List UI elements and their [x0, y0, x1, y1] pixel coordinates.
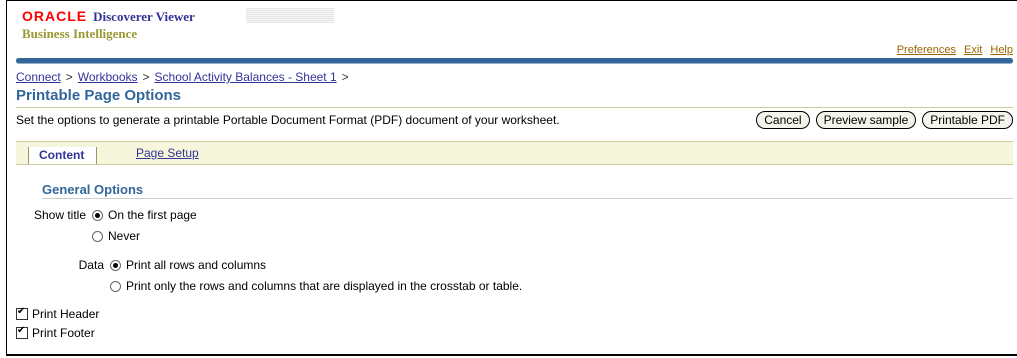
print-footer-row: Print Footer	[16, 325, 95, 340]
window-frame	[6, 0, 1017, 356]
show-title-first-page-radio[interactable]	[92, 209, 103, 221]
product-subtitle: Business Intelligence	[22, 26, 138, 41]
breadcrumb-separator: >	[341, 70, 349, 84]
print-footer-label: Print Footer	[32, 326, 95, 340]
breadcrumb-worksheet[interactable]: School Activity Balances - Sheet 1	[155, 70, 337, 84]
preferences-link[interactable]: Preferences	[897, 44, 956, 56]
breadcrumb: Connect > Workbooks > School Activity Balanc…	[16, 70, 354, 84]
general-options-heading: General Options	[42, 182, 144, 197]
show-title-row: Show title On the first page	[16, 208, 197, 222]
oracle-logo: ORACLE	[22, 8, 88, 24]
show-title-never-label: Never	[108, 229, 141, 243]
header-divider	[16, 58, 1013, 63]
show-title-first-page-label: On the first page	[108, 208, 197, 222]
data-print-displayed-row: Print only the rows and columns that are…	[110, 279, 522, 293]
section-divider	[42, 198, 1013, 199]
data-print-all-label: Print all rows and columns	[126, 258, 267, 272]
breadcrumb-separator: >	[65, 70, 73, 84]
page-description: Set the options to generate a printable …	[16, 113, 560, 127]
printable-pdf-button[interactable]: Printable PDF	[922, 111, 1013, 129]
brand-decoration	[246, 8, 334, 23]
page-title: Printable Page Options	[16, 87, 182, 104]
show-title-label: Show title	[33, 208, 86, 222]
print-header-checkbox[interactable]	[16, 306, 28, 320]
exit-link[interactable]: Exit	[964, 44, 982, 56]
cancel-button[interactable]: Cancel	[756, 111, 810, 129]
data-label: Data	[78, 258, 104, 272]
print-header-label: Print Header	[32, 307, 100, 321]
branding: ORACLE Discoverer Viewer Business Intell…	[22, 8, 195, 42]
data-print-all-radio[interactable]	[110, 259, 121, 271]
print-footer-checkbox[interactable]	[16, 325, 28, 339]
tab-page-setup[interactable]: Page Setup	[136, 146, 199, 160]
help-link[interactable]: Help	[990, 44, 1013, 56]
breadcrumb-separator: >	[142, 70, 150, 84]
show-title-never-row: Never	[92, 229, 140, 243]
print-header-row: Print Header	[16, 306, 100, 321]
action-buttons: Cancel Preview sample Printable PDF	[756, 111, 1013, 129]
preview-sample-button[interactable]: Preview sample	[815, 111, 917, 129]
global-links: Preferences Exit Help	[897, 44, 1013, 56]
tab-content[interactable]: Content	[28, 147, 98, 164]
data-print-displayed-radio[interactable]	[110, 280, 121, 292]
title-divider	[16, 107, 1013, 108]
show-title-never-radio[interactable]	[92, 230, 103, 242]
product-name: Discoverer Viewer	[93, 9, 195, 24]
data-print-displayed-label: Print only the rows and columns that are…	[126, 279, 523, 293]
breadcrumb-connect[interactable]: Connect	[16, 70, 61, 84]
data-row: Data Print all rows and columns	[16, 258, 266, 272]
breadcrumb-workbooks[interactable]: Workbooks	[78, 70, 138, 84]
